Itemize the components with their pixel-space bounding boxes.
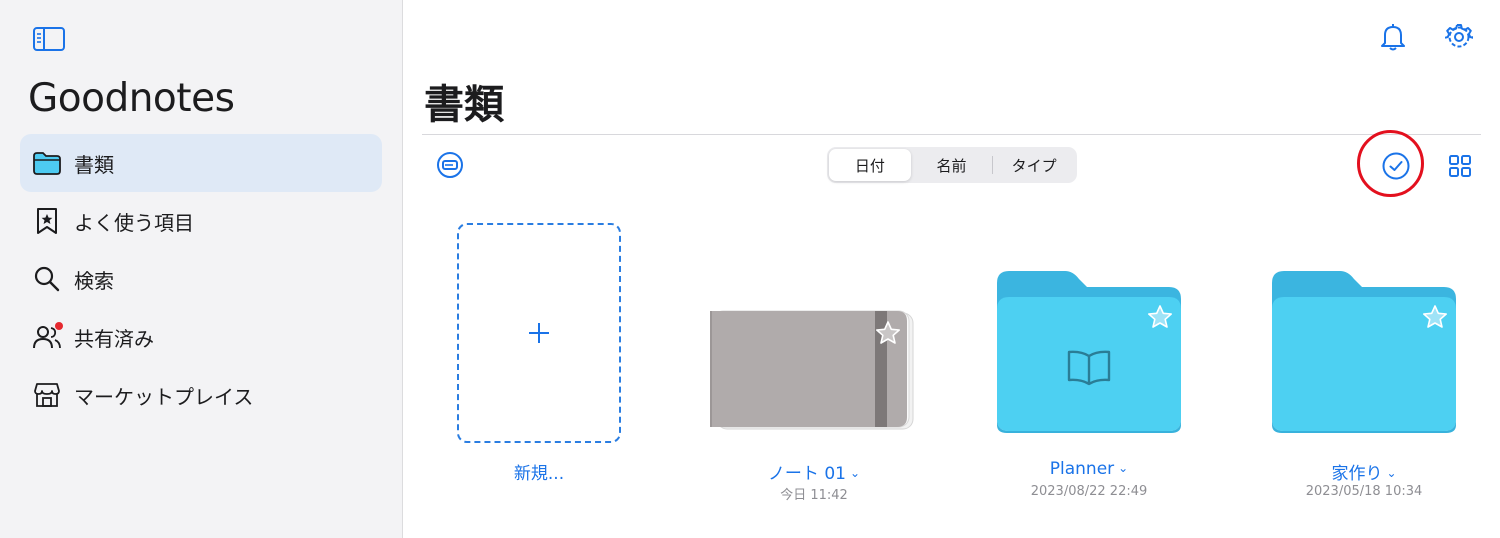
sidebar-item-label: よく使う項目 xyxy=(74,210,194,235)
sort-tab-type[interactable]: タイプ xyxy=(993,149,1075,181)
sidebar-item-search[interactable]: 検索 xyxy=(20,250,382,308)
favorite-star-icon[interactable] xyxy=(875,321,901,345)
sidebar-item-favorites[interactable]: よく使う項目 xyxy=(20,192,382,250)
folder-house-title[interactable]: 家作り ⌄ xyxy=(1288,459,1440,484)
store-icon xyxy=(32,380,62,410)
sidebar-item-label: 共有済み xyxy=(74,326,154,351)
sidebar-item-label: マーケットプレイス xyxy=(74,384,254,409)
plus-icon xyxy=(529,323,549,343)
checkmark-circle-icon xyxy=(1382,152,1410,180)
people-icon xyxy=(32,322,63,352)
notebook-title-text: ノート 01 xyxy=(767,464,846,484)
favorite-star-icon[interactable] xyxy=(1147,305,1173,329)
folder-planner-title-text: Planner xyxy=(1049,459,1115,479)
favorite-star-icon[interactable] xyxy=(1422,305,1448,329)
new-document-label[interactable]: 新規... xyxy=(498,459,580,484)
bookmark-star-icon xyxy=(32,206,62,236)
chevron-down-icon: ⌄ xyxy=(1386,466,1397,480)
sidebar-item-documents[interactable]: 書類 xyxy=(20,134,382,192)
app-title: Goodnotes xyxy=(28,76,235,121)
select-checkmark-button[interactable] xyxy=(1376,146,1416,186)
header-divider xyxy=(422,134,1481,135)
sort-segmented-control: 日付 名前 タイプ xyxy=(827,147,1077,183)
chevron-down-icon: ⌄ xyxy=(849,466,861,480)
sidebar-item-marketplace[interactable]: マーケットプレイス xyxy=(20,366,382,424)
folder-planner-title[interactable]: Planner ⌄ xyxy=(1013,459,1165,479)
folder-planner-thumbnail[interactable] xyxy=(995,269,1183,433)
sidebar: Goodnotes 書類 よく使う項目 検索 共有済み マーケットプレイス xyxy=(0,0,403,538)
sidebar-item-label: 検索 xyxy=(74,268,114,293)
sort-tab-date[interactable]: 日付 xyxy=(829,149,911,181)
main-content: 書類 日付 名前 タイプ 新規... ノート 01 ⌄ 今日 11:42 Pla… xyxy=(403,0,1500,538)
notebook-date: 今日 11:42 xyxy=(780,488,848,503)
storage-icon[interactable] xyxy=(434,149,466,181)
folder-house-title-text: 家作り xyxy=(1331,464,1383,484)
folder-house-thumbnail[interactable] xyxy=(1270,269,1458,433)
search-icon xyxy=(32,264,62,294)
grid-view-icon[interactable] xyxy=(1443,149,1477,183)
sidebar-nav: 書類 よく使う項目 検索 共有済み マーケットプレイス xyxy=(20,134,382,424)
page-title: 書類 xyxy=(424,82,504,128)
bell-icon[interactable] xyxy=(1376,20,1410,54)
notebook-thumbnail[interactable] xyxy=(709,309,915,431)
sort-tab-name[interactable]: 名前 xyxy=(911,149,993,181)
notebook-title[interactable]: ノート 01 ⌄ xyxy=(738,459,890,484)
sidebar-item-label: 書類 xyxy=(74,152,114,177)
gear-icon[interactable] xyxy=(1442,20,1476,54)
folder-planner-date: 2023/08/22 22:49 xyxy=(1030,484,1148,499)
sidebar-item-shared[interactable]: 共有済み xyxy=(20,308,382,366)
notification-dot xyxy=(55,322,63,330)
folder-icon xyxy=(32,148,62,178)
new-document-button[interactable] xyxy=(457,223,621,443)
sidebar-toggle-icon[interactable] xyxy=(32,26,66,52)
chevron-down-icon: ⌄ xyxy=(1118,461,1129,475)
folder-house-date: 2023/05/18 10:34 xyxy=(1305,484,1423,499)
book-icon xyxy=(1067,350,1111,386)
